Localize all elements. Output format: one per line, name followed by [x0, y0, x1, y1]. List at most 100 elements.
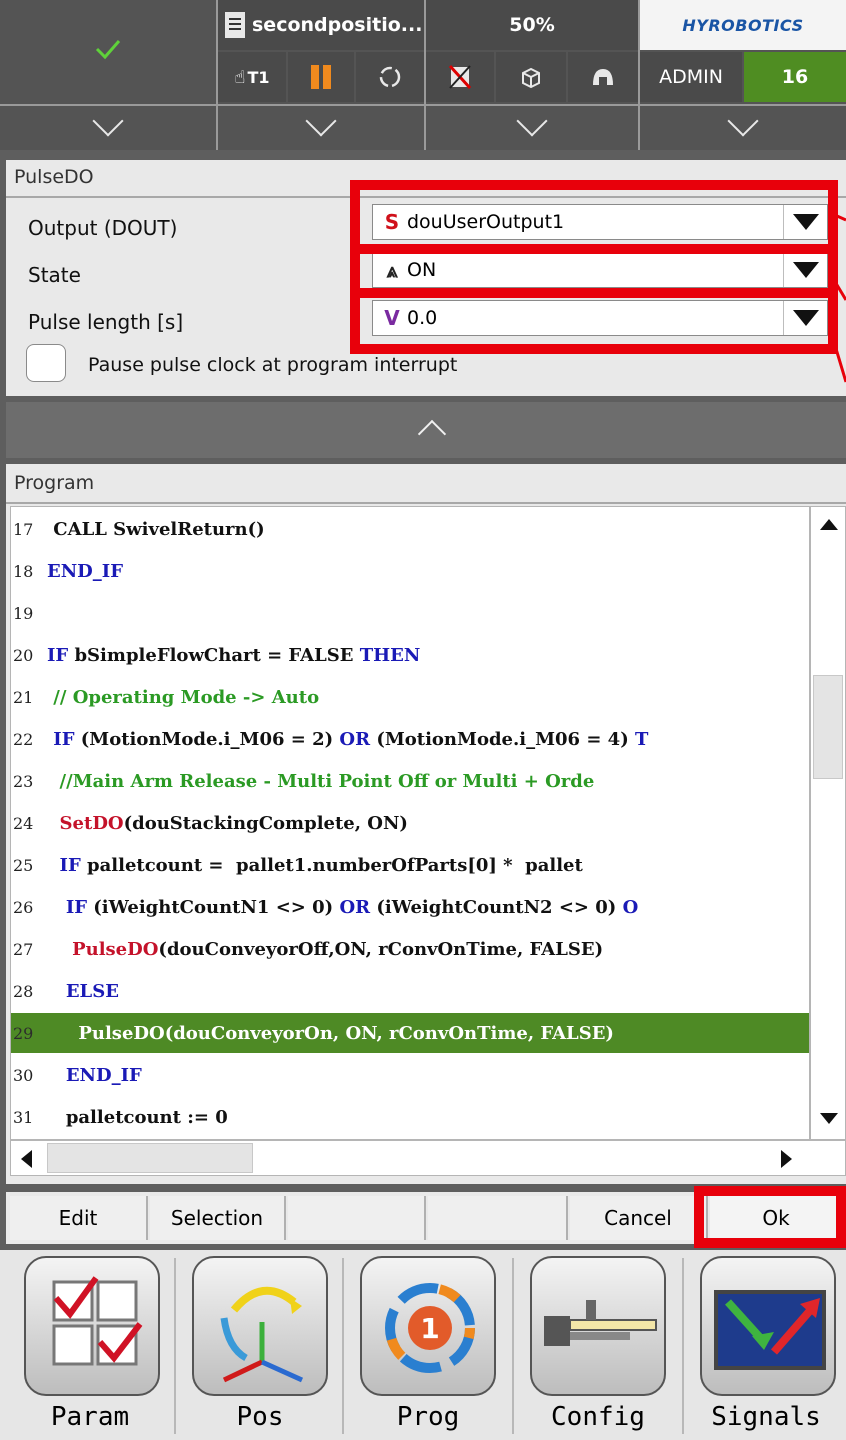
code-line[interactable]: 22 IF (MotionMode.i_M06 = 2) OR (MotionM… [11, 719, 809, 759]
line-number: 28 [13, 981, 34, 1001]
gripper-icon [593, 69, 613, 85]
triangle-down-icon [792, 214, 819, 230]
drives-off-cell[interactable] [426, 52, 494, 102]
output-dropdown-button[interactable] [783, 205, 827, 239]
program-name: secondpositio... [252, 14, 423, 36]
code-line[interactable]: 19 [11, 593, 809, 633]
prog-cycle-icon: 1 [385, 1283, 475, 1373]
brand-text: HYROBOTICS [682, 15, 804, 35]
scroll-thumb[interactable] [813, 675, 843, 779]
user-name: ADMIN [659, 66, 723, 88]
panel-title: PulseDO [14, 166, 94, 188]
expand-motion-button[interactable] [426, 105, 638, 150]
action-bar: Edit Selection Cancel Ok [6, 1186, 846, 1248]
code-text: // Operating Mode -> Auto [53, 686, 320, 708]
code-line[interactable]: 27 PulseDO(douConveyorOff,ON, rConvOnTim… [11, 929, 809, 969]
code-line[interactable]: 26 IF (iWeightCountN1 <> 0) OR (iWeightC… [11, 887, 809, 927]
code-line[interactable]: 21 // Operating Mode -> Auto [11, 677, 809, 717]
chevron-down-icon [92, 105, 124, 137]
coord-system-cell[interactable] [496, 52, 566, 102]
pause-cell[interactable] [288, 52, 354, 102]
code-text: PulseDO(douConveyorOn, ON, rConvOnTime, … [78, 1022, 614, 1044]
config-button[interactable] [530, 1256, 666, 1396]
code-line[interactable]: 17 CALL SwivelReturn() [11, 509, 809, 549]
empty-button-1[interactable] [288, 1196, 426, 1240]
chevron-up-icon [417, 419, 447, 449]
signals-monitor-icon [714, 1290, 826, 1370]
state-dropdown-button[interactable] [783, 253, 827, 287]
chevron-down-icon [305, 105, 337, 137]
pause-icon [311, 65, 331, 89]
program-name-cell[interactable]: secondpositio... [218, 0, 424, 50]
code-line[interactable]: 31 palletcount := 0 [11, 1097, 809, 1137]
code-text: IF bSimpleFlowChart = FALSE THEN [47, 644, 421, 666]
state-value: ON [407, 259, 437, 281]
override-value: 50% [509, 14, 555, 36]
collapse-panel-button[interactable] [6, 402, 846, 458]
line-number: 31 [13, 1107, 34, 1127]
code-text: palletcount := 0 [65, 1106, 228, 1128]
state-select[interactable]: ⩓ ON [372, 252, 828, 288]
signals-button[interactable] [700, 1256, 836, 1396]
scroll-left-icon[interactable] [21, 1150, 32, 1168]
expand-status-button[interactable] [0, 105, 216, 150]
check-icon [95, 40, 121, 60]
tool-cell[interactable] [568, 52, 638, 102]
code-line-active[interactable]: 29 PulseDO(douConveyorOn, ON, rConvOnTim… [11, 1013, 809, 1053]
status-ok-cell[interactable] [0, 0, 216, 104]
program-title: Program [14, 472, 95, 494]
code-line[interactable]: 28 ELSE [11, 971, 809, 1011]
empty-button-2[interactable] [428, 1196, 568, 1240]
pulsedo-panel: PulseDO Output (DOUT) State Pulse length… [6, 160, 846, 396]
user-cell[interactable]: ADMIN [640, 52, 742, 102]
ok-button[interactable]: Ok [710, 1196, 842, 1240]
prog-button[interactable]: 1 [360, 1256, 496, 1396]
brand-logo: HYROBOTICS [640, 0, 846, 50]
mode-t1-cell[interactable]: ☝ T1 [218, 52, 286, 102]
selection-button[interactable]: Selection [150, 1196, 286, 1240]
output-select[interactable]: S douUserOutput1 [372, 204, 828, 240]
code-line[interactable]: 30 END_IF [11, 1055, 809, 1095]
hscroll-thumb[interactable] [47, 1143, 253, 1173]
code-line[interactable]: 25 IF palletcount = pallet1.numberOfPart… [11, 845, 809, 885]
chevron-down-icon [727, 105, 759, 137]
horizontal-scrollbar[interactable] [10, 1140, 846, 1176]
scroll-right-icon[interactable] [781, 1150, 792, 1168]
override-cell[interactable]: 50% [426, 0, 638, 50]
expand-program-button[interactable] [218, 105, 424, 150]
output-value: douUserOutput1 [407, 211, 565, 233]
cycle-cell[interactable] [356, 52, 424, 102]
line-number: 29 [13, 1023, 34, 1043]
pulse-length-select[interactable]: V 0.0 [372, 300, 828, 336]
code-line[interactable]: 20 IF bSimpleFlowChart = FALSE THEN [11, 635, 809, 675]
param-checklist-icon [52, 1276, 143, 1366]
pulse-length-dropdown-button[interactable] [783, 301, 827, 335]
output-label: Output (DOUT) [28, 216, 178, 240]
chevron-down-icon [516, 105, 548, 137]
code-editor[interactable]: 17 CALL SwivelReturn() 18 END_IF 19 20 IF bSi… [10, 506, 810, 1140]
pos-button[interactable] [192, 1256, 328, 1396]
line-number: 24 [13, 813, 34, 833]
svg-text:1: 1 [420, 1312, 439, 1345]
code-line[interactable]: 18 END_IF [11, 551, 809, 591]
scroll-up-icon[interactable] [820, 519, 838, 530]
mode-value: T1 [247, 67, 270, 87]
scroll-down-icon[interactable] [820, 1113, 838, 1124]
vertical-scrollbar[interactable] [810, 506, 846, 1140]
triangle-down-icon [792, 310, 819, 326]
param-button[interactable] [24, 1256, 160, 1396]
pause-pulse-checkbox[interactable] [26, 344, 66, 382]
variable-icon: V [384, 306, 400, 330]
edit-button[interactable]: Edit [10, 1196, 148, 1240]
line-number: 21 [13, 687, 34, 707]
document-icon [225, 12, 245, 38]
line-number: 25 [13, 855, 34, 875]
cancel-button[interactable]: Cancel [570, 1196, 708, 1240]
code-line[interactable]: 24 SetDO(douStackingComplete, ON) [11, 803, 809, 843]
expand-user-button[interactable] [640, 105, 846, 150]
code-text: END_IF [65, 1064, 142, 1086]
config-label: Config [551, 1402, 645, 1432]
prog-label: Prog [396, 1402, 460, 1432]
code-line[interactable]: 23 //Main Arm Release - Multi Point Off … [11, 761, 809, 801]
param-label: Param [50, 1402, 130, 1432]
